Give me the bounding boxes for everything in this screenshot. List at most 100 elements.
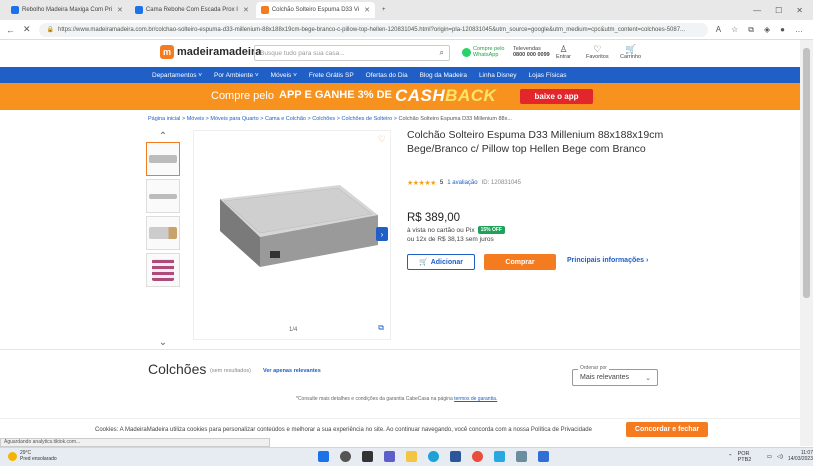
add-label: Adicionar — [430, 258, 463, 266]
edge-icon[interactable] — [428, 451, 439, 462]
task-view-icon[interactable] — [362, 451, 373, 462]
url-text: https://www.madeiramadeira.com.br/colcha… — [58, 26, 686, 33]
thumbnail-image — [149, 227, 177, 239]
star-rating-icon: ★★★★★ — [407, 180, 436, 187]
stop-icon[interactable]: ✕ — [23, 24, 31, 35]
whatsapp-icon — [462, 47, 471, 57]
favorite-heart-icon[interactable]: ♡ — [378, 134, 386, 145]
heart-icon: ♡ — [593, 44, 602, 54]
volume-icon[interactable]: ◁) — [777, 454, 783, 460]
clock[interactable]: 11:07 14/03/2023 — [787, 450, 813, 463]
read-aloud-icon[interactable]: A — [716, 25, 721, 35]
scrollbar-thumb[interactable] — [803, 48, 810, 298]
site-header: m madeiramadeira Busque tudo para sua ca… — [0, 40, 800, 67]
site-logo[interactable]: m madeiramadeira — [160, 45, 261, 59]
pix-text: à vista no cartão ou Pix — [407, 226, 475, 234]
main-info-link[interactable]: Principais informações › — [567, 257, 648, 264]
breadcrumb-current: Colchão Solteiro Espuma D33 Millenium 88… — [398, 116, 512, 122]
add-to-cart-button[interactable]: 🛒 Adicionar — [407, 254, 475, 270]
nav-linha-disney[interactable]: Linha Disney — [479, 72, 517, 79]
thumbnail-4[interactable] — [146, 253, 180, 287]
date: 14/03/2023 — [787, 456, 813, 462]
app-icon[interactable] — [494, 451, 505, 462]
breadcrumb-item[interactable]: Colchões de Solteiro — [341, 116, 392, 122]
teams-icon[interactable] — [384, 451, 395, 462]
televendas[interactable]: Televendas 0800 000 0099 — [513, 46, 550, 59]
close-tab-icon[interactable]: ✕ — [364, 6, 370, 14]
nav-ofertas[interactable]: Ofertas do Dia — [366, 72, 408, 79]
thumbnail-2[interactable] — [146, 179, 180, 213]
warranty-terms-link[interactable]: termos de garantia. — [454, 396, 497, 402]
breadcrumb-item[interactable]: Colchões — [312, 116, 335, 122]
chrome-icon[interactable] — [472, 451, 483, 462]
user-icon: ♙ — [559, 44, 568, 54]
extensions-icon[interactable]: ◈ — [764, 25, 770, 35]
store-icon[interactable] — [450, 451, 461, 462]
nav-lojas-fisicas[interactable]: Lojas Físicas — [529, 72, 567, 79]
sort-select[interactable]: Ordenar por Mais relevantes ⌄ — [572, 365, 658, 386]
browser-tab[interactable]: Cama Rebohe Com Escada Prox I ✕ — [130, 2, 254, 18]
cashback-promo-banner[interactable]: Compre pelo APP E GANHE 3% DE CASHBACK b… — [0, 83, 800, 110]
more-menu-icon[interactable]: … — [795, 25, 803, 35]
tab-favicon-icon — [11, 6, 19, 14]
zoom-icon[interactable]: ⧉ — [378, 323, 384, 333]
back-icon[interactable]: ← — [6, 25, 15, 35]
browser-tab[interactable]: Rebolho Madeira Maxiga Com Pri ✕ — [6, 2, 128, 18]
language-indicator[interactable]: POR PTB2 — [738, 451, 762, 463]
product-main-image[interactable]: ♡ › 1/4 ⧉ — [193, 130, 391, 340]
chevron-up-icon[interactable]: ⌃ — [146, 131, 180, 142]
search-icon[interactable]: ⌕ — [440, 48, 444, 58]
thumbnail-1[interactable] — [146, 142, 180, 176]
promo-back: BACK — [445, 86, 497, 105]
download-app-button[interactable]: baixe o app — [520, 89, 593, 104]
favorites-link[interactable]: ♡ Favoritos — [586, 44, 609, 61]
maximize-icon[interactable]: ☐ — [775, 6, 782, 15]
cart-icon: 🛒 — [418, 259, 428, 266]
network-icon[interactable]: ▭ — [767, 454, 772, 460]
nav-departamentos[interactable]: Departamentos ˅ — [152, 72, 202, 79]
breadcrumb-item[interactable]: Móveis — [187, 116, 204, 122]
nav-blog[interactable]: Blog da Madeira — [420, 72, 467, 79]
minimize-icon[interactable]: — — [753, 6, 761, 15]
file-explorer-icon[interactable] — [406, 451, 417, 462]
start-icon[interactable] — [318, 451, 329, 462]
accept-cookies-button[interactable]: Concordar e fechar — [626, 422, 708, 437]
breadcrumb-item[interactable]: Cama e Colchão — [265, 116, 306, 122]
relevant-only-link[interactable]: Ver apenas relevantes — [263, 368, 321, 374]
next-image-arrow-icon[interactable]: › — [376, 227, 388, 241]
collections-icon[interactable]: ⧉ — [748, 25, 754, 35]
section-divider — [0, 349, 800, 350]
whatsapp-link[interactable]: Compre pelo WhatsApp — [462, 46, 507, 59]
taskbar-apps — [318, 451, 549, 462]
chevron-down-icon[interactable]: ⌄ — [146, 337, 180, 348]
weather-widget[interactable]: 29°C Pred ensolarado — [8, 450, 57, 462]
thumbnail-3[interactable] — [146, 216, 180, 250]
app-icon[interactable] — [516, 451, 527, 462]
login-link[interactable]: ♙ Entrar — [556, 44, 571, 61]
search-input[interactable]: Busque tudo para sua casa... ⌕ — [254, 45, 450, 61]
url-field[interactable]: 🔒 https://www.madeiramadeira.com.br/colch… — [38, 22, 708, 37]
nav-frete-gratis[interactable]: Frete Grátis SP — [309, 72, 354, 79]
cart-link[interactable]: 🛒 Carrinho — [620, 44, 641, 61]
close-tab-icon[interactable]: ✕ — [117, 6, 123, 14]
windows-taskbar: 29°C Pred ensolarado ⌃ POR PTB2 ▭ ◁) 11:0… — [0, 447, 813, 466]
close-tab-icon[interactable]: ✕ — [243, 6, 249, 14]
reviews-link[interactable]: 1 avaliação — [447, 180, 477, 186]
promo-text-2: APP E GANHE 3% DE — [279, 89, 392, 101]
page-scrollbar[interactable] — [800, 40, 813, 446]
nav-por-ambiente[interactable]: Por Ambiente ˅ — [214, 72, 259, 79]
sort-label: Ordenar por — [578, 365, 609, 371]
app-icon[interactable] — [538, 451, 549, 462]
breadcrumb-item[interactable]: Móveis para Quarto — [210, 116, 258, 122]
new-tab-button[interactable]: + — [377, 2, 391, 18]
favorite-star-icon[interactable]: ☆ — [731, 25, 738, 35]
breadcrumb-item[interactable]: Página inicial — [148, 116, 180, 122]
profile-icon[interactable]: ● — [780, 25, 785, 35]
buy-button[interactable]: Comprar — [484, 254, 556, 270]
nav-moveis[interactable]: Móveis ˅ — [271, 72, 297, 79]
close-window-icon[interactable]: ✕ — [796, 6, 803, 15]
browser-tab-active[interactable]: Colchão Solteiro Espuma D33 Vi ✕ — [255, 2, 375, 18]
tray-chevron-icon[interactable]: ⌃ — [728, 454, 733, 460]
tab-label: Cama Rebohe Com Escada Prox I — [145, 7, 238, 13]
search-taskbar-icon[interactable] — [340, 451, 351, 462]
